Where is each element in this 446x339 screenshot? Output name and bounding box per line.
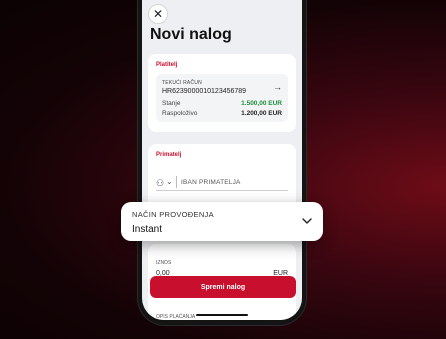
close-icon: ✕: [152, 7, 164, 21]
payee-section-label: Primatelj: [156, 152, 182, 158]
close-button[interactable]: ✕: [148, 4, 168, 24]
available-value: 1.200,00 EUR: [241, 110, 282, 117]
save-order-button[interactable]: Spremi nalog: [150, 276, 296, 298]
home-indicator: [196, 314, 248, 316]
account-number: HR6239000010123456789: [162, 88, 247, 95]
chevron-down-icon: [302, 218, 312, 224]
execution-method-select[interactable]: NAČIN PROVOĐENJA Instant: [121, 202, 323, 241]
phone-screen: ✕ Novi nalog Platitelj TEKUĆI RAČUN HR62…: [142, 0, 302, 320]
arrow-right-icon: →: [273, 82, 282, 92]
iban-input[interactable]: IBAN PRIMATELJA: [181, 179, 241, 186]
account-type: TEKUĆI RAČUN: [162, 80, 202, 86]
chevron-down-icon[interactable]: ⌄: [166, 177, 173, 186]
execution-method-value: Instant: [132, 224, 163, 235]
payer-section-label: Platitelj: [156, 62, 178, 68]
payer-card: Platitelj TEKUĆI RAČUN HR623900001012345…: [148, 54, 296, 132]
available-label: Raspoloživo: [162, 110, 198, 117]
payer-account-card[interactable]: TEKUĆI RAČUN HR6239000010123456789 → Sta…: [156, 74, 288, 122]
divider: [176, 176, 177, 188]
execution-method-label: NAČIN PROVOĐENJA: [132, 210, 214, 219]
description-label: OPIS PLAĆANJA: [156, 314, 196, 320]
iban-underline: [156, 190, 288, 191]
page-title: Novi nalog: [150, 26, 232, 43]
balance-value: 1.500,00 EUR: [241, 100, 282, 107]
contacts-icon[interactable]: ⚇: [156, 178, 164, 189]
balance-label: Stanje: [162, 100, 181, 107]
amount-label: IZNOS: [156, 260, 172, 266]
